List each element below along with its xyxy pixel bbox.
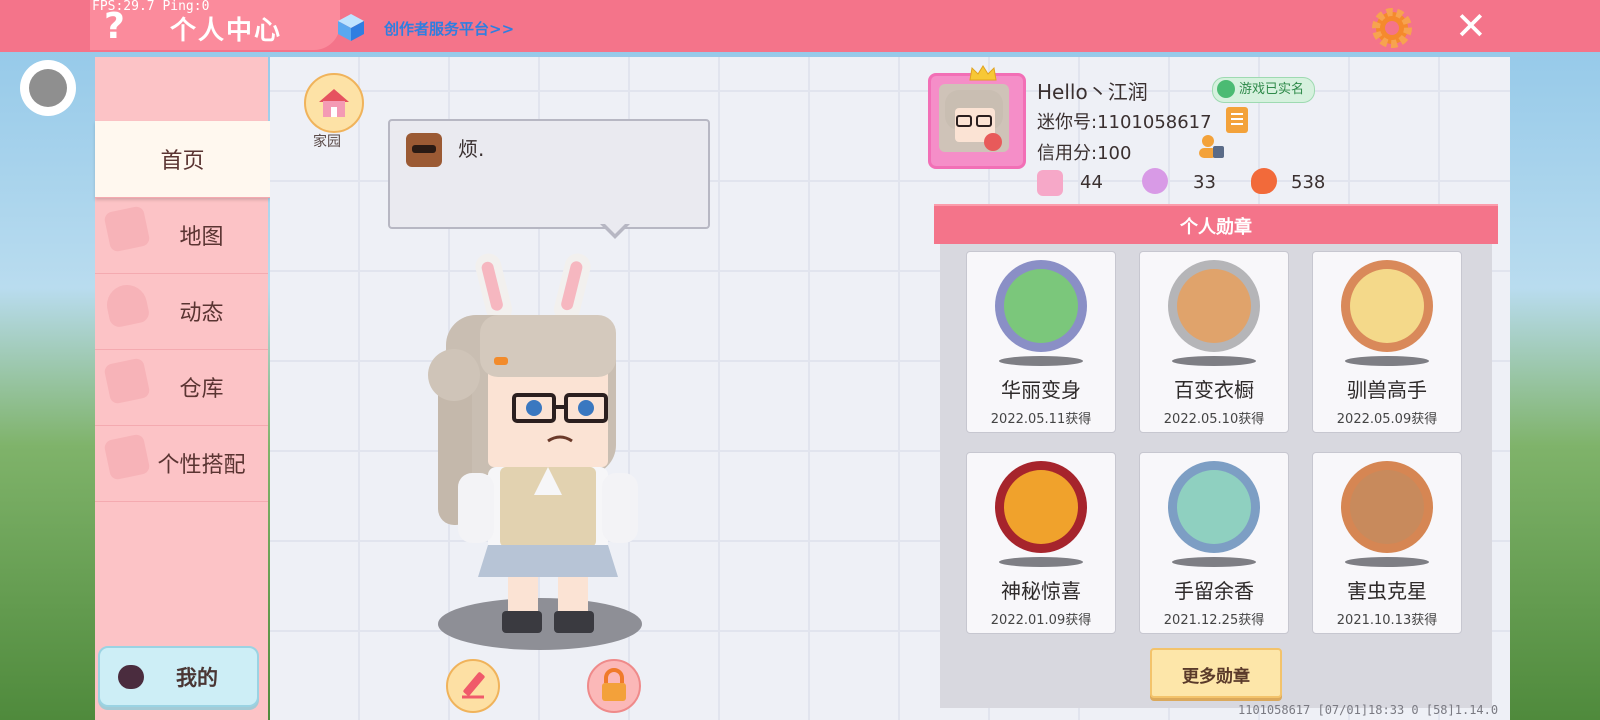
sidebar-item-label: 个性搭配 bbox=[157, 453, 246, 478]
medal-ring bbox=[1341, 260, 1433, 352]
medal-ring bbox=[1168, 260, 1260, 352]
medal-badge-icon bbox=[1350, 269, 1424, 343]
medal-card[interactable]: 华丽变身 2022.05.11获得 bbox=[966, 251, 1116, 433]
medal-date: 2022.05.10获得 bbox=[1163, 412, 1265, 427]
medal-ring bbox=[1341, 461, 1433, 553]
medal-ring bbox=[995, 260, 1087, 352]
gear-icon[interactable] bbox=[1370, 6, 1414, 50]
sidebar-item-label: 动态 bbox=[179, 301, 224, 326]
verified-person-icon bbox=[1217, 79, 1235, 98]
profile-avatar-frame[interactable] bbox=[928, 73, 1026, 169]
medal-name: 华丽变身 bbox=[1001, 378, 1081, 402]
cheer-person-icon bbox=[1142, 168, 1168, 194]
pencil-icon bbox=[462, 672, 485, 699]
verified-label: 游戏已实名 bbox=[1239, 82, 1305, 97]
sidebar-item-storage[interactable]: 仓库 bbox=[95, 349, 268, 426]
page-title: 个人中心 bbox=[170, 16, 283, 46]
build-info: 1101058617 [07/01]18:33 0 [58]1.14.0 bbox=[1238, 703, 1499, 717]
medal-section-title: 个人勋章 bbox=[1180, 217, 1252, 238]
verified-badge: 游戏已实名 bbox=[1212, 77, 1316, 103]
avatar-portrait bbox=[945, 90, 1003, 151]
more-medals-label: 更多勋章 bbox=[1182, 667, 1250, 687]
medal-card[interactable]: 害虫克星 2021.10.13获得 bbox=[1312, 452, 1462, 634]
my-label: 我的 bbox=[176, 666, 218, 690]
more-medals-button[interactable]: 更多勋章 bbox=[1150, 648, 1282, 698]
medal-date: 2021.12.25获得 bbox=[1163, 613, 1265, 628]
medal-name: 百变衣橱 bbox=[1174, 378, 1254, 402]
close-icon[interactable]: ✕ bbox=[1455, 4, 1487, 48]
speech-text: 烦. bbox=[458, 137, 485, 161]
lock-icon bbox=[602, 668, 626, 701]
medal-card[interactable]: 神秘惊喜 2022.01.09获得 bbox=[966, 452, 1116, 634]
username: Hello丶江润 bbox=[1037, 80, 1148, 104]
sidebar-item-map[interactable]: 地图 bbox=[95, 197, 268, 274]
medal-date: 2021.10.13获得 bbox=[1336, 613, 1438, 628]
medal-card[interactable]: 百变衣橱 2022.05.10获得 bbox=[1139, 251, 1289, 433]
medal-date: 2022.05.09获得 bbox=[1336, 412, 1438, 427]
stat-value: 33 bbox=[1193, 172, 1216, 193]
crown-icon bbox=[969, 65, 997, 81]
medal-pedestal bbox=[1345, 356, 1429, 366]
home-garden-label: 家园 bbox=[313, 134, 341, 150]
creator-platform-link[interactable]: 创作者服务平台>> bbox=[384, 18, 514, 39]
copy-icon[interactable] bbox=[1226, 107, 1248, 133]
medal-badge-icon bbox=[1350, 470, 1424, 544]
medal-date: 2022.01.09获得 bbox=[990, 613, 1092, 628]
sidebar-item-home[interactable]: 首页 bbox=[95, 121, 270, 198]
medal-badge-icon bbox=[1004, 269, 1078, 343]
medal-card[interactable]: 手留余香 2021.12.25获得 bbox=[1139, 452, 1289, 634]
help-icon[interactable]: ? bbox=[104, 6, 125, 47]
circle-button-inner bbox=[29, 69, 67, 107]
medal-pedestal bbox=[999, 557, 1083, 567]
stat-value: 44 bbox=[1080, 172, 1103, 193]
credit-score: 信用分:100 bbox=[1037, 143, 1132, 164]
flame-icon bbox=[1251, 168, 1277, 194]
medal-card[interactable]: 驯兽高手 2022.05.09获得 bbox=[1312, 251, 1462, 433]
home-garden-button[interactable] bbox=[304, 73, 364, 133]
sidebar-item-label: 仓库 bbox=[179, 377, 224, 402]
medal-badge-icon bbox=[1004, 470, 1078, 544]
medal-badge-icon bbox=[1177, 269, 1251, 343]
medal-pedestal bbox=[1345, 557, 1429, 567]
medal-name: 神秘惊喜 bbox=[1001, 579, 1081, 603]
edit-button[interactable] bbox=[446, 659, 500, 713]
sidebar-item-outfit[interactable]: 个性搭配 bbox=[95, 425, 268, 502]
mini-id: 迷你号:1101058617 bbox=[1037, 112, 1212, 133]
person-card-icon[interactable] bbox=[1197, 132, 1225, 160]
speech-bubble-tail-fill bbox=[603, 222, 627, 234]
medal-name: 害虫克星 bbox=[1347, 579, 1427, 603]
character-avatar[interactable] bbox=[418, 245, 638, 645]
cube-icon[interactable] bbox=[336, 12, 366, 42]
medal-name: 驯兽高手 bbox=[1347, 378, 1427, 402]
plus-badge-icon bbox=[1037, 170, 1063, 196]
medal-ring bbox=[1168, 461, 1260, 553]
medal-pedestal bbox=[1172, 557, 1256, 567]
medal-badge-icon bbox=[1177, 470, 1251, 544]
speech-bubble[interactable]: 烦. bbox=[388, 119, 710, 229]
medal-name: 手留余香 bbox=[1174, 579, 1254, 603]
sidebar-item-label: 首页 bbox=[160, 149, 205, 174]
mood-face-icon bbox=[406, 133, 442, 167]
floating-circle-button[interactable] bbox=[20, 60, 76, 116]
sidebar-item-feed[interactable]: 动态 bbox=[95, 273, 268, 350]
my-profile-button[interactable]: 我的 bbox=[98, 646, 259, 707]
lock-button[interactable] bbox=[587, 659, 641, 713]
medal-pedestal bbox=[999, 356, 1083, 366]
avatar bbox=[118, 665, 144, 689]
avatar bbox=[939, 84, 1009, 152]
medal-date: 2022.05.11获得 bbox=[990, 412, 1092, 427]
sidebar-item-label: 地图 bbox=[179, 225, 224, 250]
medal-pedestal bbox=[1172, 356, 1256, 366]
medal-ring bbox=[995, 461, 1087, 553]
stat-value: 538 bbox=[1291, 172, 1326, 193]
house-icon bbox=[319, 89, 349, 117]
medal-section-header: 个人勋章 bbox=[934, 204, 1498, 244]
